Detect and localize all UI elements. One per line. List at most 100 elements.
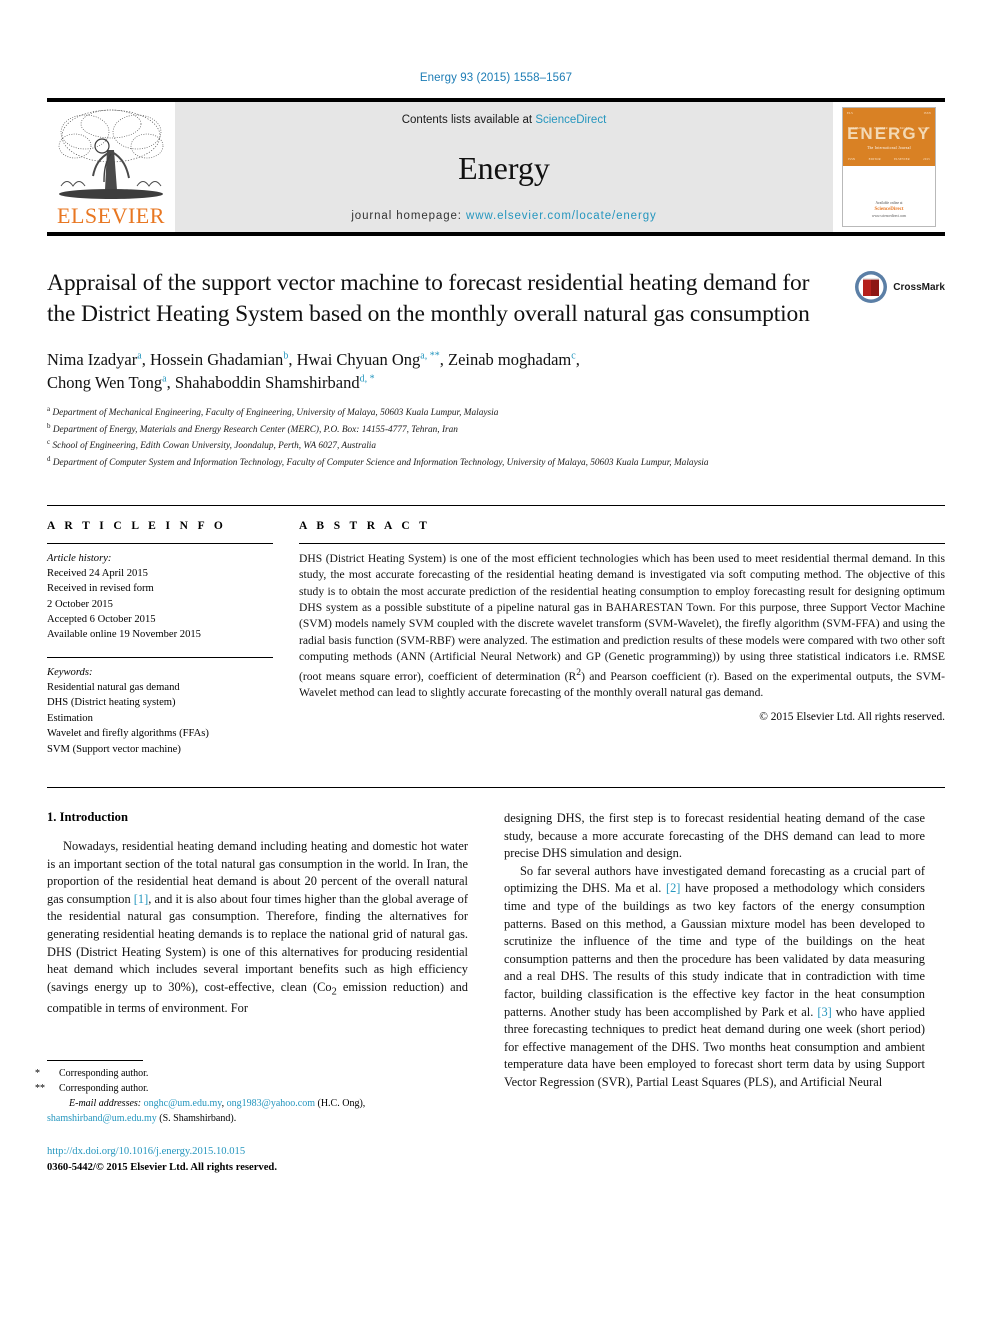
history-item: Available online 19 November 2015 bbox=[47, 629, 201, 641]
cover-elsevier-mini-logo: ELS bbox=[847, 111, 853, 115]
author-name: Hwai Chyuan Ong bbox=[296, 349, 421, 369]
email-owner-3: (S. Shamshirband). bbox=[159, 1112, 237, 1124]
doi-block: http://dx.doi.org/10.1016/j.energy.2015.… bbox=[47, 1144, 468, 1177]
history-item: Received 24 April 2015 bbox=[47, 567, 148, 579]
citation-ref[interactable]: [3] bbox=[817, 1005, 831, 1019]
footnote-corresponding-1: * Corresponding author. bbox=[35, 1066, 468, 1081]
issn-copyright-line: 0360-5442/© 2015 Elsevier Ltd. All right… bbox=[47, 1161, 277, 1173]
citation-ref[interactable]: [2] bbox=[666, 881, 680, 895]
journal-homepage-url[interactable]: www.elsevier.com/locate/energy bbox=[466, 210, 657, 222]
email-label: E-mail addresses: bbox=[69, 1097, 142, 1109]
keyword-item: Wavelet and firefly algorithms (FFAs) bbox=[47, 728, 209, 740]
footnote-corresponding-2: ** Corresponding author. bbox=[35, 1081, 468, 1096]
email-link-3[interactable]: shamshirband@um.edu.my bbox=[47, 1113, 157, 1124]
keyword-item: DHS (District heating system) bbox=[47, 697, 176, 709]
keyword-item: Residential natural gas demand bbox=[47, 682, 180, 694]
article-history-label: Article history: bbox=[47, 552, 112, 564]
page-title: Appraisal of the support vector machine … bbox=[47, 270, 810, 328]
homepage-prefix: journal homepage: bbox=[351, 210, 467, 222]
article-info-heading: A R T I C L E I N F O bbox=[47, 519, 227, 532]
citation-ref[interactable]: [1] bbox=[134, 892, 148, 906]
affiliation-text: Department of Mechanical Engineering, Fa… bbox=[52, 408, 499, 419]
cover-subtitle: The International Journal bbox=[867, 145, 911, 150]
title-block: Appraisal of the support vector machine … bbox=[47, 268, 945, 471]
affiliation-item: c School of Engineering, Edith Cowan Uni… bbox=[47, 437, 945, 454]
article-info-column: A R T I C L E I N F O Article history: R… bbox=[47, 520, 273, 757]
author-name: Nima Izadyar bbox=[47, 349, 138, 369]
body-section: 1. Introduction Nowadays, residential he… bbox=[35, 786, 945, 1177]
divider bbox=[47, 542, 273, 544]
email-owner-1: (H.C. Ong), bbox=[317, 1097, 366, 1109]
doi-link[interactable]: http://dx.doi.org/10.1016/j.energy.2015.… bbox=[47, 1144, 468, 1160]
abstract-copyright: © 2015 Elsevier Ltd. All rights reserved… bbox=[759, 710, 945, 723]
affiliation-text: Department of Energy, Materials and Ener… bbox=[52, 425, 458, 435]
footnotes-block: * Corresponding author. ** Corresponding a… bbox=[35, 1059, 468, 1177]
affiliation-text: Department of Computer System and Inform… bbox=[52, 458, 709, 469]
author-mark: b bbox=[283, 350, 289, 361]
history-item: Received in revised form bbox=[47, 583, 154, 595]
email-link-1[interactable]: onghc@um.edu.my bbox=[144, 1098, 222, 1109]
running-head: Energy 93 (2015) 1558–1567 bbox=[419, 72, 573, 84]
keywords-block: Keywords: Residential natural gas demand… bbox=[47, 665, 273, 757]
contents-prefix: Contents lists available at bbox=[401, 114, 536, 126]
footnote-emails: E-mail addresses: onghc@um.edu.my, ong19… bbox=[47, 1097, 366, 1124]
abstract-column: A B S T R A C T DHS (District Heating Sy… bbox=[299, 520, 945, 757]
author-name: Chong Wen Tong bbox=[47, 373, 163, 393]
article-history: Article history: Received 24 April 2015 … bbox=[47, 551, 273, 643]
footnote-text: Corresponding author. bbox=[59, 1067, 149, 1079]
cover-sciencedirect-brand: ScienceDirect bbox=[874, 207, 904, 213]
author-mark: a bbox=[137, 350, 142, 361]
cover-header: ELS ISSN VOLUME NUMBER PAGES DATE ENERGY Th… bbox=[843, 108, 935, 166]
asterisk-icon: * bbox=[35, 1067, 40, 1079]
affiliation-text: School of Engineering, Edith Cowan Unive… bbox=[52, 441, 377, 452]
divider bbox=[47, 656, 273, 658]
email-link-2[interactable]: ong1983@yahoo.com bbox=[227, 1098, 315, 1109]
affiliation-item: b Department of Energy, Materials and En… bbox=[47, 421, 945, 438]
journal-masthead: ELSEVIER Contents lists available at Sci… bbox=[47, 98, 945, 236]
author-name: Zeinab moghadam bbox=[448, 349, 572, 369]
keywords-label: Keywords: bbox=[47, 666, 93, 678]
intro-paragraph-right-2: So far several authors have investigated… bbox=[504, 863, 925, 1090]
abstract-heading: A B S T R A C T bbox=[299, 519, 431, 532]
journal-homepage-line: journal homepage: www.elsevier.com/locat… bbox=[351, 210, 656, 222]
contents-available-line: Contents lists available at ScienceDirec… bbox=[402, 114, 607, 126]
section-heading-introduction: 1. Introduction bbox=[47, 809, 128, 824]
sciencedirect-link[interactable]: ScienceDirect bbox=[535, 114, 606, 126]
author-name: Hossein Ghadamian bbox=[149, 349, 284, 369]
info-abstract-section: A R T I C L E I N F O Article history: R… bbox=[47, 504, 945, 757]
elsevier-tree-icon bbox=[58, 109, 164, 199]
affiliation-mark: a bbox=[47, 405, 51, 414]
author-list: Nima Izadyara, Hossein Ghadamianb, Hwai … bbox=[47, 349, 580, 393]
history-item: 2 October 2015 bbox=[47, 598, 113, 610]
body-column-left: 1. Introduction Nowadays, residential he… bbox=[35, 809, 468, 1177]
author-name: Shahaboddin Shamshirband bbox=[174, 373, 360, 393]
footnote-rule bbox=[47, 1059, 143, 1061]
elsevier-wordmark: ELSEVIER bbox=[57, 203, 165, 228]
keyword-item: SVM (Support vector machine) bbox=[47, 743, 181, 755]
divider bbox=[299, 542, 945, 544]
abstract-text: DHS (District Heating System) is one of … bbox=[299, 551, 945, 700]
cover-issn-mini: ISSN bbox=[923, 111, 931, 115]
crossmark-label: CrossMark bbox=[893, 281, 945, 293]
cover-topline: VOLUME NUMBER PAGES DATE bbox=[848, 126, 930, 130]
contents-band: Contents lists available at ScienceDirec… bbox=[175, 102, 833, 232]
author-mark: c bbox=[571, 350, 576, 361]
history-item: Accepted 6 October 2015 bbox=[47, 614, 156, 626]
footnote-text: Corresponding author. bbox=[59, 1082, 149, 1094]
cover-body bbox=[843, 166, 935, 201]
cover-footer-url: www.sciencedirect.com bbox=[871, 213, 907, 218]
journal-title: Energy bbox=[458, 150, 550, 186]
paper-page: Energy 93 (2015) 1558–1567 ELSEVIER Cont… bbox=[0, 0, 992, 1323]
affiliation-list: a Department of Mechanical Engineering, … bbox=[47, 404, 945, 470]
double-asterisk-icon: ** bbox=[35, 1082, 45, 1094]
journal-cover-block: ELS ISSN VOLUME NUMBER PAGES DATE ENERGY Th… bbox=[833, 102, 945, 232]
crossmark-badge[interactable]: CrossMark bbox=[854, 270, 945, 304]
author-mark: d, * bbox=[359, 373, 375, 385]
journal-cover-thumbnail: ELS ISSN VOLUME NUMBER PAGES DATE ENERGY Th… bbox=[842, 107, 936, 227]
intro-paragraph-right-1: designing DHS, the first step is to fore… bbox=[504, 810, 925, 861]
author-mark: a, ** bbox=[420, 350, 440, 361]
affiliation-item: a Department of Mechanical Engineering, … bbox=[47, 404, 945, 421]
author-mark: a bbox=[162, 373, 167, 385]
elsevier-logo: ELSEVIER bbox=[47, 102, 175, 232]
